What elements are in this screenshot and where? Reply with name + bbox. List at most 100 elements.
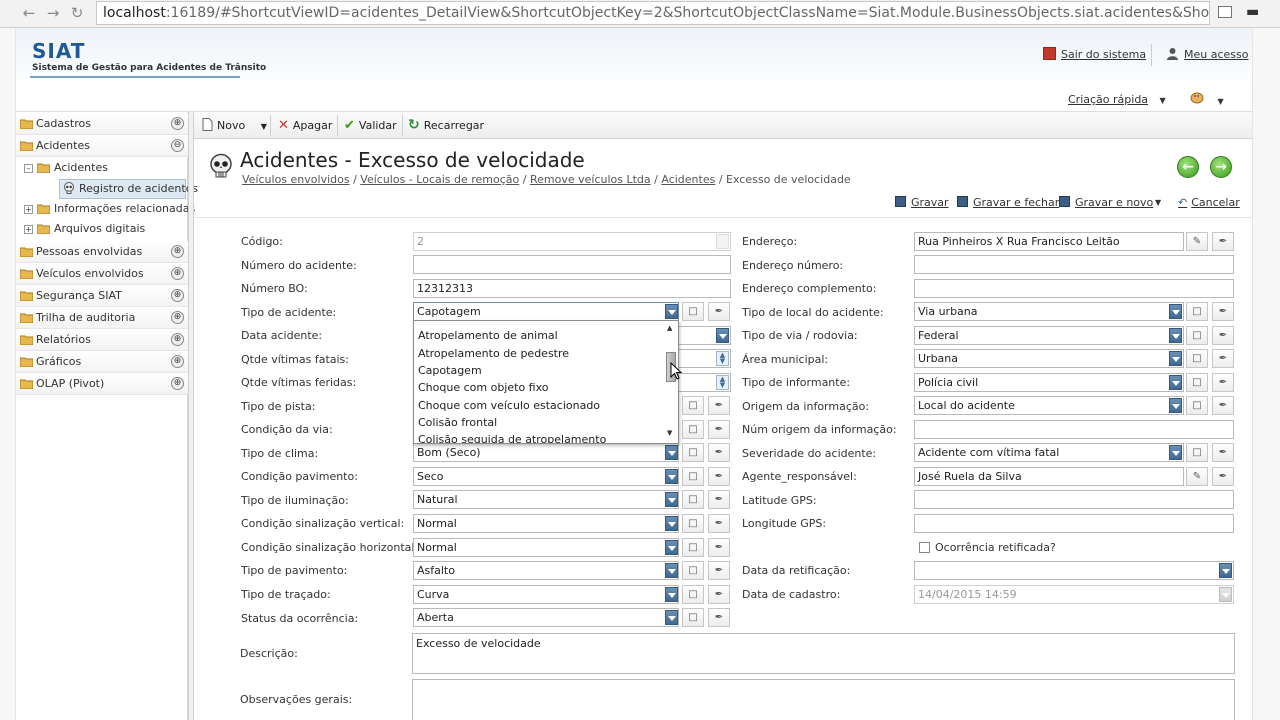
- clear-button[interactable]: ✒: [1212, 467, 1234, 486]
- expand-icon[interactable]: ⊕: [171, 355, 184, 368]
- clear-button[interactable]: ✒: [1212, 443, 1234, 462]
- nav-seguranca-siat[interactable]: Segurança SIAT ⊕: [16, 285, 188, 307]
- clear-button[interactable]: ✒: [1212, 396, 1234, 415]
- expand-icon[interactable]: ⊕: [171, 311, 184, 324]
- clear-button[interactable]: ✒: [708, 538, 730, 557]
- tipo-acidente-dropdown-list[interactable]: Atropelamento de animal Atropelamento de…: [413, 320, 679, 444]
- breadcrumb-link[interactable]: Acidentes: [661, 173, 715, 186]
- collapse-icon[interactable]: –: [24, 164, 33, 173]
- tipo-iluminacao-select[interactable]: Natural: [413, 490, 679, 509]
- menu-icon[interactable]: ▬: [1246, 5, 1262, 19]
- next-arrow-icon[interactable]: →: [1210, 156, 1232, 178]
- expand-icon[interactable]: +: [24, 225, 33, 234]
- back-icon[interactable]: ←: [18, 3, 40, 23]
- nav-olap-pivot[interactable]: OLAP (Pivot) ⊕: [16, 373, 188, 395]
- tipo-informante-select[interactable]: Polícia civil: [914, 373, 1184, 392]
- expand-icon[interactable]: ⊕: [171, 289, 184, 302]
- nav-relatorios[interactable]: Relatórios ⊕: [16, 329, 188, 351]
- new-item-button[interactable]: □: [682, 396, 704, 415]
- clear-button[interactable]: ✒: [708, 396, 730, 415]
- dropdown-option[interactable]: Choque com veículo estacionado: [418, 399, 600, 412]
- my-access-link[interactable]: Meu acesso: [1166, 47, 1248, 61]
- qtde-feridas-spinner[interactable]: ▲ ▼: [716, 375, 729, 390]
- chevron-down-icon[interactable]: [1169, 445, 1182, 460]
- new-item-button[interactable]: □: [682, 561, 704, 580]
- new-item-button[interactable]: □: [1186, 443, 1208, 462]
- edit-button[interactable]: ✎: [1186, 467, 1208, 486]
- tipo-pavimento-select[interactable]: Asfalto: [413, 561, 679, 580]
- clear-button[interactable]: ✒: [708, 420, 730, 439]
- nav-cadastros[interactable]: Cadastros ⊕: [16, 113, 188, 135]
- reload-icon[interactable]: ↻: [66, 3, 88, 23]
- new-item-button[interactable]: □: [1186, 302, 1208, 321]
- descricao-textarea[interactable]: Excesso de velocidade: [412, 633, 1235, 674]
- quick-create-menu[interactable]: Criação rápida ▼: [1068, 93, 1166, 106]
- new-item-button[interactable]: □: [682, 467, 704, 486]
- chevron-down-icon[interactable]: [1169, 398, 1182, 413]
- chevron-down-icon[interactable]: [665, 540, 678, 555]
- chevron-down-icon[interactable]: [665, 469, 678, 484]
- origem-informacao-select[interactable]: Local do acidente: [914, 396, 1184, 415]
- new-item-button[interactable]: □: [682, 585, 704, 604]
- longitude-field[interactable]: [914, 514, 1234, 533]
- expand-icon[interactable]: ⊕: [171, 333, 184, 346]
- new-item-button[interactable]: □: [682, 490, 704, 509]
- clear-button[interactable]: ✒: [708, 302, 730, 321]
- chevron-down-icon[interactable]: [1219, 563, 1232, 578]
- tipo-tracado-select[interactable]: Curva: [413, 585, 679, 604]
- dropdown-option[interactable]: Choque com objeto fixo: [418, 381, 549, 394]
- tipo-acidente-select[interactable]: Capotagem: [413, 302, 679, 321]
- dropdown-option[interactable]: Colisão frontal: [418, 416, 497, 429]
- nav-acidentes[interactable]: Acidentes ⊖: [16, 135, 188, 157]
- cancel-button[interactable]: ↶ Cancelar: [1178, 196, 1240, 209]
- collapse-icon[interactable]: ⊖: [171, 139, 184, 152]
- breadcrumb-link[interactable]: Veículos - Locais de remoção: [360, 173, 519, 186]
- tipo-via-select[interactable]: Federal: [914, 326, 1184, 345]
- clear-button[interactable]: ✒: [1212, 373, 1234, 392]
- forward-icon[interactable]: →: [42, 3, 64, 23]
- tree-arquivos-digitais[interactable]: + Arquivos digitais: [24, 222, 145, 242]
- save-close-button[interactable]: Gravar e fechar: [957, 196, 1059, 209]
- edit-button[interactable]: ✎: [1186, 232, 1208, 251]
- dropdown-option[interactable]: Colisão seguida de atropelamento: [418, 433, 606, 443]
- qtde-fatais-spinner[interactable]: ▲ ▼: [716, 351, 729, 366]
- breadcrumb-link[interactable]: Remove veículos Ltda: [530, 173, 651, 186]
- clear-button[interactable]: ✒: [1212, 232, 1234, 251]
- expand-icon[interactable]: +: [24, 205, 33, 214]
- clear-button[interactable]: ✒: [708, 443, 730, 462]
- chevron-down-icon[interactable]: [665, 304, 678, 319]
- sinalizacao-horizontal-select[interactable]: Normal: [413, 538, 679, 557]
- nav-pessoas-envolvidas[interactable]: Pessoas envolvidas ⊕: [16, 241, 188, 263]
- area-municipal-select[interactable]: Urbana: [914, 349, 1184, 368]
- endereco-field[interactable]: Rua Pinheiros X Rua Francisco Leitão: [914, 232, 1184, 251]
- chevron-down-icon[interactable]: [665, 610, 678, 625]
- numero-bo-field[interactable]: 12312313: [413, 279, 731, 298]
- chevron-down-icon[interactable]: [665, 587, 678, 602]
- clear-button[interactable]: ✒: [708, 585, 730, 604]
- new-item-button[interactable]: □: [682, 420, 704, 439]
- nav-graficos[interactable]: Gráficos ⊕: [16, 351, 188, 373]
- nav-trilha-auditoria[interactable]: Trilha de auditoria ⊕: [16, 307, 188, 329]
- scroll-down-icon[interactable]: ▼: [667, 429, 672, 437]
- new-item-button[interactable]: □: [682, 538, 704, 557]
- clear-button[interactable]: ✒: [1212, 349, 1234, 368]
- expand-icon[interactable]: ⊕: [171, 267, 184, 280]
- new-item-button[interactable]: □: [682, 608, 704, 627]
- new-item-button[interactable]: □: [682, 443, 704, 462]
- back-arrow-icon[interactable]: ←: [1177, 156, 1199, 178]
- agente-field[interactable]: José Ruela da Silva: [914, 467, 1184, 486]
- theme-menu[interactable]: ▼: [1190, 92, 1224, 107]
- new-item-button[interactable]: □: [1186, 349, 1208, 368]
- dropdown-option[interactable]: Atropelamento de pedestre: [418, 347, 569, 360]
- chevron-down-icon[interactable]: [1169, 328, 1182, 343]
- chevron-down-icon[interactable]: ▼: [1155, 198, 1161, 207]
- clear-button[interactable]: ✒: [708, 490, 730, 509]
- dropdown-option[interactable]: Capotagem: [418, 364, 482, 377]
- clear-button[interactable]: ✒: [708, 608, 730, 627]
- extension-icon[interactable]: [1218, 6, 1232, 18]
- validate-button[interactable]: ✔ Validar: [344, 112, 397, 139]
- chevron-down-icon[interactable]: ▼: [261, 122, 267, 131]
- new-item-button[interactable]: □: [1186, 396, 1208, 415]
- nav-veiculos-envolvidos[interactable]: Veículos envolvidos ⊕: [16, 263, 188, 285]
- severidade-select[interactable]: Acidente com vítima fatal: [914, 443, 1184, 462]
